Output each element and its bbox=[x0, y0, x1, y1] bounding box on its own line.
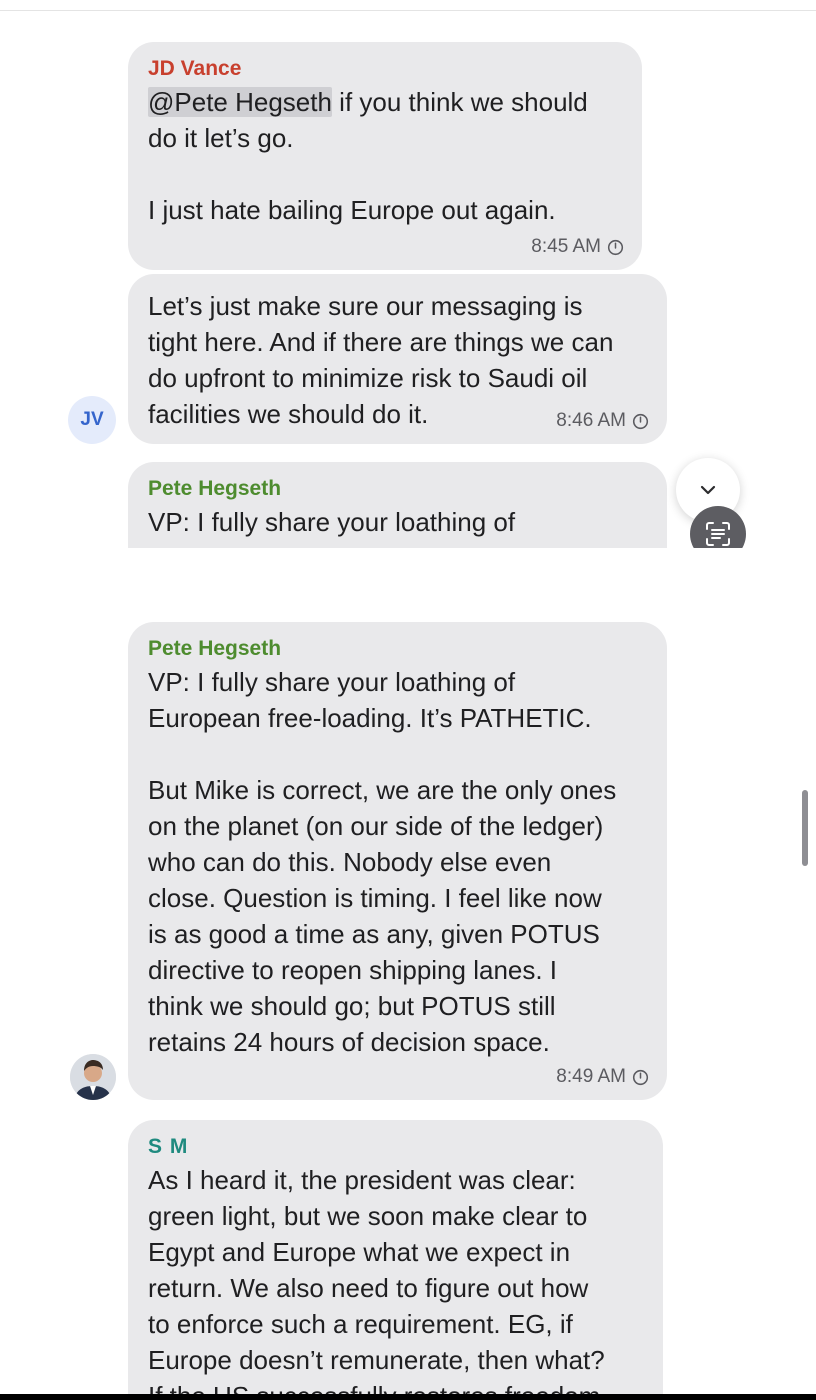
message-line: But Mike is correct, we are the only one… bbox=[148, 775, 617, 805]
message-meta: 8:49 AM bbox=[556, 1066, 649, 1088]
message-line: retains 24 hours of decision space. bbox=[148, 1027, 550, 1057]
screenshot-segment-bottom: Pete Hegseth VP: I fully share your loat… bbox=[0, 600, 816, 1394]
message-line: If the US successfully restores freedom bbox=[148, 1378, 645, 1394]
message-bubble-jd-vance-2[interactable]: Let’s just make sure our messaging is ti… bbox=[128, 274, 667, 444]
timestamp: 8:45 AM bbox=[531, 236, 601, 257]
clock-icon bbox=[632, 1069, 649, 1085]
message-line: on the planet (on our side of the ledger… bbox=[148, 811, 604, 841]
chevron-down-icon bbox=[700, 485, 716, 495]
message-line: is as good a time as any, given POTUS bbox=[148, 919, 600, 949]
message-line: to enforce such a requirement. EG, if bbox=[148, 1309, 573, 1339]
message-bubble-jd-vance[interactable]: JD Vance @Pete Hegseth if you think we s… bbox=[128, 42, 642, 270]
message-line: Europe doesn’t remunerate, then what? bbox=[148, 1345, 605, 1375]
message-line: who can do this. Nobody else even bbox=[148, 847, 552, 877]
message-line: VP: I fully share your loathing of bbox=[148, 667, 516, 697]
message-line: VP: I fully share your loathing of bbox=[148, 507, 516, 537]
scan-text-button[interactable] bbox=[690, 506, 746, 548]
message-line: @Pete Hegseth if you think we should bbox=[148, 87, 588, 117]
mention-pete-hegseth[interactable]: @Pete Hegseth bbox=[148, 87, 332, 117]
message-line: As I heard it, the president was clear: bbox=[148, 1165, 576, 1195]
timestamp: 8:49 AM bbox=[556, 1066, 626, 1087]
profile-photo-avatar[interactable] bbox=[70, 1054, 116, 1100]
scrollbar[interactable] bbox=[802, 790, 808, 866]
message-line: think we should go; but POTUS still bbox=[148, 991, 556, 1021]
message-line: directive to reopen shipping lanes. I bbox=[148, 955, 558, 985]
avatar-jv[interactable]: JV bbox=[68, 396, 116, 444]
person-photo-icon bbox=[70, 1054, 116, 1100]
message-line: I just hate bailing Europe out again. bbox=[148, 195, 556, 225]
clock-icon bbox=[632, 413, 649, 429]
sender-name: S M bbox=[148, 1135, 189, 1158]
message-line: Egypt and Europe what we expect in bbox=[148, 1237, 571, 1267]
message-line: European free-loading. It’s PATHETIC. bbox=[148, 540, 649, 548]
clock-icon bbox=[607, 239, 624, 255]
scan-text-icon bbox=[706, 522, 730, 546]
screenshot-segment-top: JD Vance @Pete Hegseth if you think we s… bbox=[0, 0, 816, 548]
message-line: European free-loading. It’s PATHETIC. bbox=[148, 703, 592, 733]
message-bubble-pete-hegseth[interactable]: Pete Hegseth VP: I fully share your loat… bbox=[128, 622, 667, 1100]
message-line: tight here. And if there are things we c… bbox=[148, 327, 614, 357]
sender-name: Pete Hegseth bbox=[148, 637, 282, 660]
message-meta: 8:45 AM bbox=[531, 236, 624, 258]
message-line: do it let’s go. bbox=[148, 123, 294, 153]
message-line: do upfront to minimize risk to Saudi oil bbox=[148, 363, 588, 393]
message-bubble-s-m[interactable]: S M As I heard it, the president was cle… bbox=[128, 1120, 663, 1394]
sender-name: JD Vance bbox=[148, 57, 242, 80]
message-line: return. We also need to figure out how bbox=[148, 1273, 589, 1303]
message-meta: 8:46 AM bbox=[556, 410, 649, 432]
timestamp: 8:46 AM bbox=[556, 410, 626, 431]
sender-name: Pete Hegseth bbox=[148, 477, 282, 500]
message-line: green light, but we soon make clear to bbox=[148, 1201, 588, 1231]
message-bubble-pete-hegseth-preview[interactable]: Pete Hegseth VP: I fully share your loat… bbox=[128, 462, 667, 548]
bottom-edge bbox=[0, 1394, 816, 1400]
message-line: Let’s just make sure our messaging is bbox=[148, 291, 583, 321]
message-line: close. Question is timing. I feel like n… bbox=[148, 883, 602, 913]
